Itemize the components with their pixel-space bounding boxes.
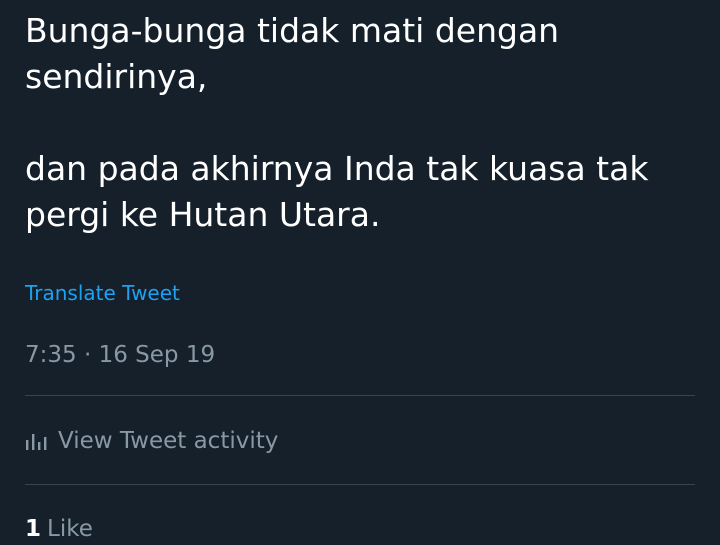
likes-count-button[interactable]: 1 Like: [25, 513, 93, 545]
tweet-text: Bunga-bunga tidak mati dengan sendirinya…: [25, 11, 649, 234]
view-tweet-activity-button[interactable]: View Tweet activity: [25, 424, 278, 458]
divider: [25, 395, 695, 396]
like-label: Like: [47, 516, 93, 542]
translate-tweet-link[interactable]: Translate Tweet: [25, 280, 180, 306]
bar-chart-icon: [25, 431, 47, 451]
tweet-detail: Bunga-bunga tidak mati dengan sendirinya…: [0, 0, 720, 542]
tweet-timestamp: 7:35 · 16 Sep 19: [25, 342, 216, 368]
divider: [25, 484, 695, 485]
view-tweet-activity-label: View Tweet activity: [58, 428, 279, 454]
like-count: 1: [25, 516, 42, 542]
